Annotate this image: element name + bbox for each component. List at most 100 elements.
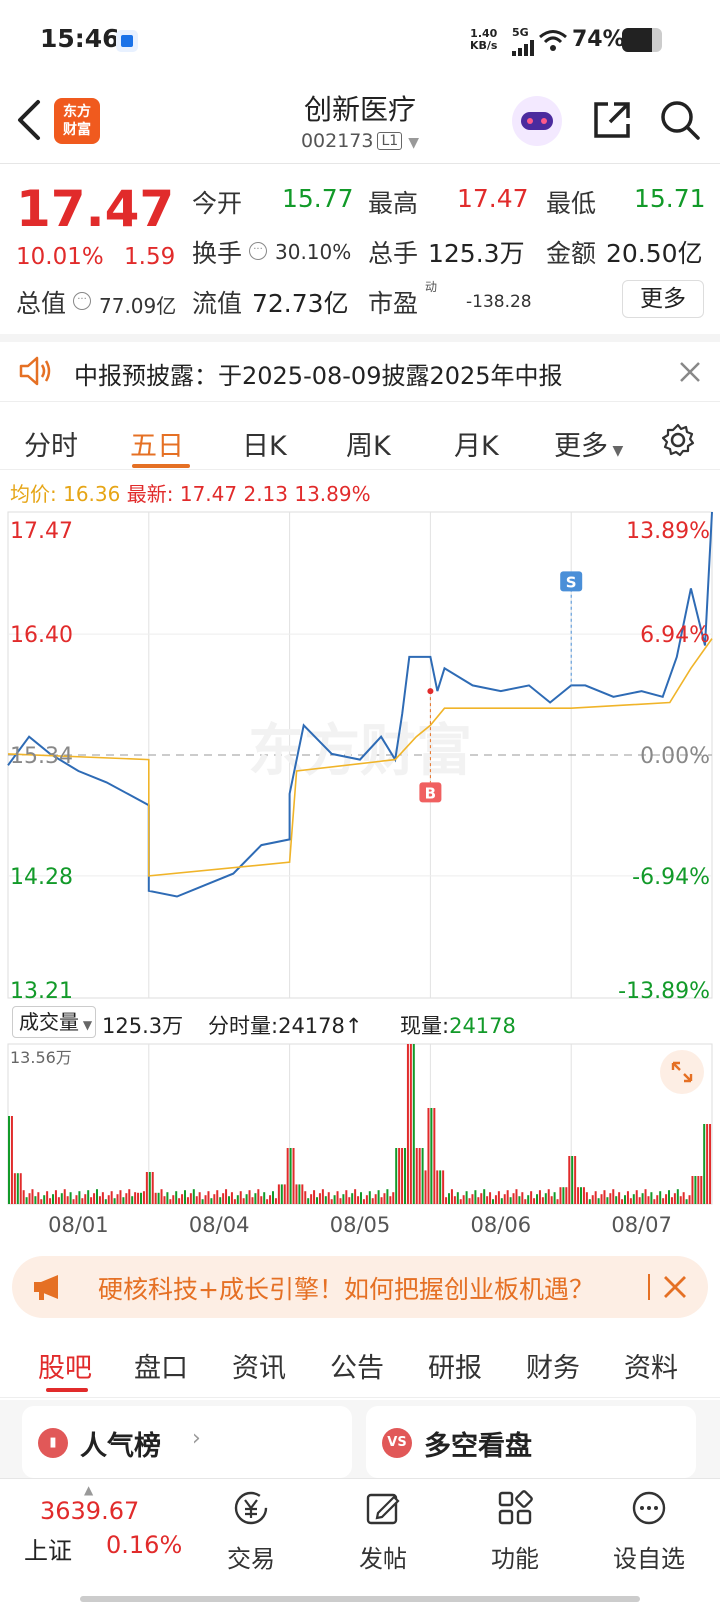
volume-bar bbox=[492, 1199, 494, 1204]
volume-bar bbox=[93, 1193, 96, 1204]
volume-bar bbox=[536, 1194, 538, 1204]
volume-bar bbox=[134, 1192, 137, 1204]
tab-news[interactable]: 资讯 bbox=[232, 1346, 286, 1385]
volume-bar bbox=[46, 1191, 49, 1204]
volume-bar bbox=[8, 1116, 10, 1204]
volume-bar bbox=[274, 1198, 277, 1204]
volume-bar bbox=[433, 1108, 436, 1204]
volume-bar bbox=[345, 1190, 348, 1204]
popularity-rank-card[interactable]: ▮ 人气榜 › bbox=[22, 1406, 352, 1478]
volume-bar bbox=[415, 1148, 418, 1204]
volume-bar bbox=[506, 1190, 509, 1204]
volume-bar bbox=[298, 1184, 301, 1204]
nav-trade[interactable]: 交易 bbox=[196, 1489, 306, 1574]
banner-text: 硬核科技+成长引擎！如何把握创业板机遇？ bbox=[98, 1275, 594, 1304]
volume-bar bbox=[383, 1193, 386, 1204]
volume-bar bbox=[225, 1189, 228, 1204]
volume-bar bbox=[685, 1199, 688, 1204]
volume-bar bbox=[213, 1194, 216, 1204]
promo-banner[interactable]: 硬核科技+成长引擎！如何把握创业板机遇？ bbox=[12, 1256, 708, 1318]
volume-indicator-select[interactable]: 成交量 ▼ bbox=[12, 1006, 96, 1038]
volume-bar bbox=[430, 1108, 433, 1204]
grid-functions-icon bbox=[498, 1490, 533, 1525]
index-name[interactable]: 上证 bbox=[24, 1531, 72, 1566]
volume-bar bbox=[474, 1190, 477, 1204]
volume-bar bbox=[339, 1198, 342, 1204]
volume-bar bbox=[471, 1194, 474, 1204]
volume-bar bbox=[530, 1191, 533, 1204]
y-axis-left-label: 17.47 bbox=[10, 519, 73, 544]
volume-bar bbox=[697, 1176, 700, 1204]
nav-add-watchlist[interactable]: 设自选 bbox=[594, 1489, 704, 1574]
volume-bar bbox=[515, 1189, 518, 1204]
volume-bar bbox=[16, 1173, 19, 1204]
volume-bar bbox=[644, 1189, 647, 1204]
volume-bar bbox=[574, 1156, 577, 1204]
volume-bar bbox=[289, 1148, 292, 1204]
volume-bar bbox=[263, 1192, 266, 1204]
volume-bar bbox=[192, 1189, 195, 1204]
volume-bar bbox=[189, 1193, 192, 1204]
volume-bar bbox=[254, 1193, 257, 1204]
volume-bar bbox=[483, 1189, 486, 1204]
now-volume: 现量:24178 bbox=[400, 1014, 516, 1038]
volume-bar bbox=[60, 1193, 63, 1204]
tab-announcements[interactable]: 公告 bbox=[330, 1346, 384, 1385]
volume-bar bbox=[140, 1192, 142, 1204]
tab-finance[interactable]: 财务 bbox=[526, 1346, 580, 1385]
bull-bear-card[interactable]: VS 多空看盘 bbox=[366, 1406, 696, 1478]
volume-bar bbox=[386, 1189, 389, 1204]
volume-bar bbox=[54, 1190, 57, 1204]
volume-bar bbox=[324, 1196, 327, 1204]
volume-bar bbox=[541, 1197, 544, 1204]
volume-bar bbox=[19, 1173, 22, 1204]
volume-bar bbox=[186, 1197, 189, 1204]
volume-bar bbox=[310, 1194, 313, 1204]
expand-icon[interactable] bbox=[660, 1050, 704, 1094]
volume-bar bbox=[31, 1189, 34, 1204]
index-pct[interactable]: 0.16% bbox=[106, 1531, 182, 1559]
volume-bar bbox=[453, 1196, 456, 1204]
volume-bar bbox=[621, 1199, 624, 1204]
tab-pankou[interactable]: 盘口 bbox=[134, 1346, 188, 1385]
volume-bar bbox=[107, 1195, 110, 1204]
volume-bar bbox=[533, 1198, 536, 1204]
nav-functions[interactable]: 功能 bbox=[460, 1489, 570, 1574]
vs-icon: VS bbox=[382, 1428, 412, 1458]
tab-guba[interactable]: 股吧 bbox=[38, 1346, 92, 1385]
volume-bar bbox=[327, 1192, 330, 1204]
volume-bar bbox=[503, 1194, 506, 1204]
volume-bar bbox=[597, 1198, 600, 1204]
volume-bar bbox=[307, 1198, 310, 1204]
volume-bar bbox=[245, 1194, 248, 1204]
volume-bar bbox=[653, 1199, 656, 1204]
volume-bar bbox=[459, 1199, 462, 1204]
volume-bar bbox=[313, 1190, 316, 1204]
nav-post[interactable]: 发帖 bbox=[328, 1489, 438, 1574]
volume-bar bbox=[395, 1148, 398, 1204]
volume-bar bbox=[421, 1148, 424, 1204]
index-value[interactable]: 3639.67 bbox=[40, 1497, 139, 1525]
volume-bar bbox=[210, 1198, 213, 1204]
volume-bar bbox=[465, 1191, 468, 1204]
tab-reports[interactable]: 研报 bbox=[428, 1346, 482, 1385]
volume-bar bbox=[673, 1193, 676, 1204]
volume-bar bbox=[57, 1197, 60, 1204]
y-axis-left-label: 13.21 bbox=[10, 979, 73, 1004]
close-icon[interactable] bbox=[662, 1274, 688, 1300]
tab-profile[interactable]: 资料 bbox=[624, 1346, 678, 1385]
volume-bar bbox=[330, 1199, 333, 1204]
volume-bar bbox=[43, 1195, 46, 1204]
banner-divider bbox=[648, 1274, 650, 1300]
volume-bar bbox=[688, 1195, 691, 1204]
volume-bar bbox=[66, 1196, 69, 1204]
five-day-chart[interactable]: 东方财富 17.47 16.40 15.34 14.28 13.21 13.89% 6.94%… bbox=[0, 0, 720, 1240]
volume-bar bbox=[37, 1192, 40, 1204]
volume-bar bbox=[283, 1184, 286, 1204]
volume-bar bbox=[606, 1197, 609, 1204]
volume-bar bbox=[201, 1199, 204, 1204]
volume-bar bbox=[98, 1196, 101, 1204]
volume-bar bbox=[277, 1184, 280, 1204]
volume-bar bbox=[292, 1148, 295, 1204]
volume-bar bbox=[110, 1191, 113, 1204]
